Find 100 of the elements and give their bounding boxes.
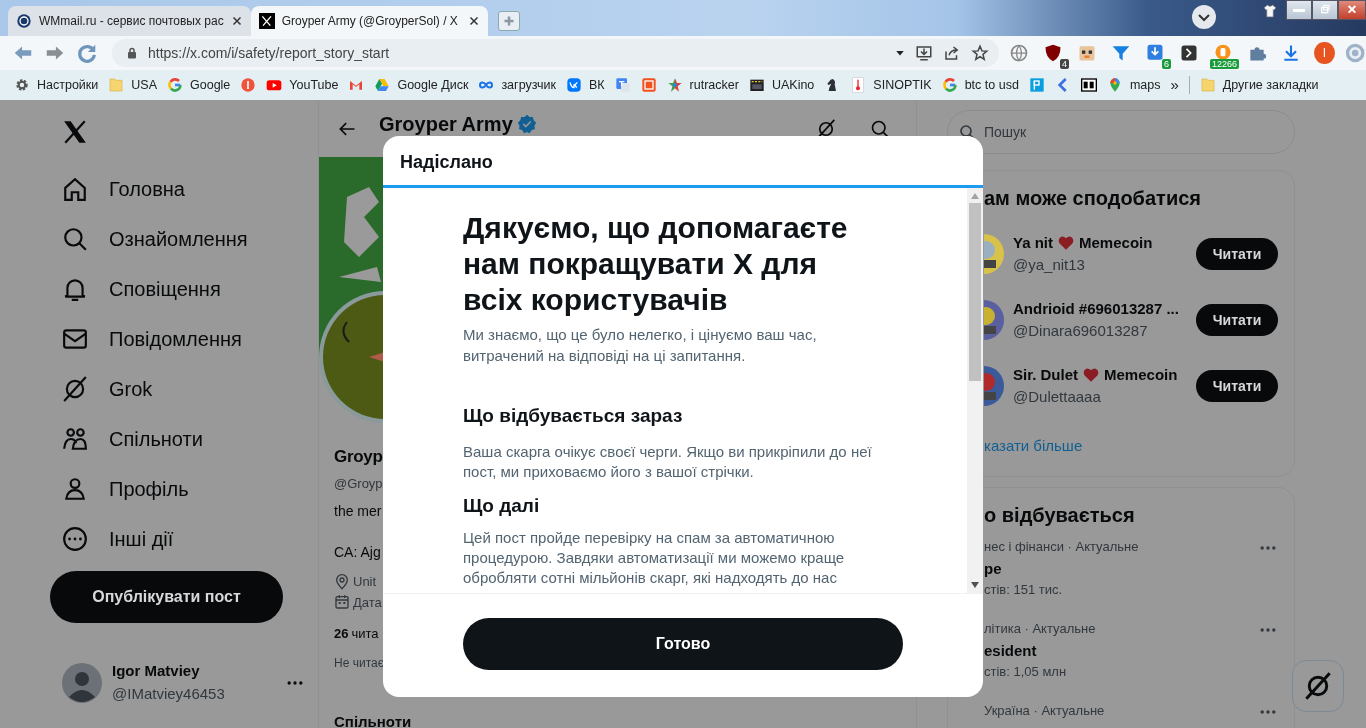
clapper-icon <box>748 77 765 93</box>
card-title: о відбувається <box>984 502 1136 528</box>
section-heading: Що відбувається зараз <box>463 404 684 428</box>
home-icon <box>62 176 88 202</box>
download-icon[interactable] <box>1145 43 1166 63</box>
profile-joined: Дата <box>353 593 382 612</box>
scrollbar[interactable] <box>967 188 983 593</box>
vk-icon <box>566 77 582 93</box>
nav-item[interactable]: Профіль <box>50 464 318 514</box>
nav-item[interactable]: Ознайомлення <box>50 214 318 264</box>
circle-icon[interactable] <box>240 77 257 93</box>
bookmark-link[interactable]: btc to usd <box>941 75 1019 95</box>
shirt-icon[interactable] <box>1262 3 1278 19</box>
app-icon[interactable] <box>1028 77 1045 93</box>
search-icon[interactable] <box>870 118 890 139</box>
bookmark-link[interactable]: UAKino <box>748 75 815 95</box>
minimize-button[interactable] <box>1286 0 1312 20</box>
gear-icon <box>14 77 30 93</box>
crate-icon[interactable] <box>1077 43 1098 63</box>
grok-icon <box>62 376 88 402</box>
bookmark-link[interactable]: maps <box>1106 75 1161 95</box>
arrow-down-icon[interactable] <box>971 582 979 588</box>
maximize-button[interactable] <box>1312 0 1338 20</box>
install-icon[interactable] <box>915 44 934 62</box>
section-text: Цей пост пройде перевірку на спам за автоматичною процедурою. Завдяки автоматизації ми можемо краще обробляти сотні мільйонів скарг, які надходять до нас <box>463 528 846 588</box>
user-name: Memecoin <box>1079 232 1153 253</box>
dropdown-icon[interactable] <box>1192 5 1216 29</box>
more-bookmarks-button[interactable]: » <box>1170 73 1179 97</box>
nav-item[interactable]: Спільноти <box>50 414 318 464</box>
card-title: ам може сподобатися <box>984 186 1202 211</box>
globe-icon <box>16 13 32 29</box>
trend-count: стів: 1,05 млн <box>984 662 1068 681</box>
star-icon[interactable] <box>971 44 990 62</box>
nav-item[interactable]: Сповіщення <box>50 264 318 314</box>
nav-item[interactable]: Інші дії <box>50 514 318 564</box>
bookmark-link[interactable]: rutracker <box>666 75 739 95</box>
close-icon[interactable] <box>230 15 243 27</box>
badge-count: 6 <box>1162 59 1172 69</box>
dialog-title: Надіслано <box>383 136 983 188</box>
bookmark-link[interactable]: ВК <box>566 75 605 95</box>
user-handle: @Dinara696013287 <box>1013 321 1149 341</box>
reload-icon[interactable] <box>76 42 98 64</box>
box-icon[interactable] <box>1080 77 1097 93</box>
search-icon <box>62 226 88 252</box>
dropdown-icon[interactable] <box>895 48 906 58</box>
section-heading: Спільноти <box>334 711 412 728</box>
account-handle: @IMatviey46453 <box>112 683 225 704</box>
grok-button[interactable] <box>1292 660 1344 712</box>
close-icon[interactable] <box>467 15 480 27</box>
new-tab-button[interactable] <box>497 11 520 31</box>
done-button[interactable]: Готово <box>463 618 903 670</box>
nav-item[interactable]: Головна <box>50 164 318 214</box>
bell-icon <box>62 276 88 302</box>
badge-count: 12266 <box>1210 59 1240 69</box>
follow-button[interactable]: Читати <box>1196 370 1278 402</box>
profile-name: Groyp <box>334 446 383 468</box>
follow-button[interactable]: Читати <box>1196 304 1278 336</box>
avatar-icon <box>62 662 102 703</box>
bookmark-link[interactable]: Google Диск <box>374 75 469 95</box>
trend-category: літика · Актуальне <box>984 619 1096 638</box>
search-field[interactable]: Пошук <box>947 110 1295 154</box>
x-logo-icon[interactable] <box>62 119 88 145</box>
bookmark-link[interactable]: загрузчик <box>478 75 556 95</box>
minimize-icon <box>1293 8 1305 12</box>
bookmark-link[interactable]: USA <box>108 75 157 95</box>
terminal-icon[interactable] <box>1179 43 1200 63</box>
search-icon <box>959 124 975 140</box>
followers-note: Не читає <box>334 654 384 672</box>
bookmark-link[interactable]: Другие закладки <box>1199 75 1319 95</box>
nav-item[interactable]: Повідомлення <box>50 314 318 364</box>
folder-icon <box>108 77 125 93</box>
profile-button[interactable]: I <box>1314 42 1335 64</box>
grok-icon[interactable] <box>816 118 836 139</box>
bookmark-link[interactable]: Google <box>167 75 231 95</box>
browser-tab[interactable]: Groyper Army (@GroyperSol) / X <box>250 6 488 36</box>
profile-bio: the mer <box>334 502 382 521</box>
plus-icon <box>502 15 515 27</box>
people-icon <box>62 426 88 452</box>
trend-category: Україна · Актуальне <box>984 701 1105 720</box>
thermometer-icon <box>850 77 867 93</box>
browser-tab[interactable]: WMmail.ru - сервис почтовых рас <box>8 6 251 36</box>
x-logo-icon <box>258 13 275 29</box>
bookmark-link[interactable]: YouTube <box>266 75 339 95</box>
post-button[interactable]: Опублікувати пост <box>50 571 283 623</box>
translate-icon[interactable] <box>614 77 631 93</box>
close-button[interactable] <box>1338 0 1366 20</box>
section-text: Ваша скарга очікує своєї черги. Якщо ви прикріпили до неї пост, ми приховаємо його з вашої стрічки. <box>463 441 873 482</box>
funnel-icon[interactable] <box>1111 43 1132 63</box>
globe-icon[interactable] <box>1009 43 1030 63</box>
user-name: Ya nit <box>1013 232 1053 253</box>
bookmark-link[interactable]: Настройки <box>14 75 99 95</box>
follow-button[interactable]: Читати <box>1196 238 1278 270</box>
trend-category: нес і фінанси · Актуальне <box>984 537 1139 556</box>
profile-location: Unit <box>353 573 377 591</box>
app-icon[interactable] <box>640 77 657 93</box>
profile-bio: CA: Ajg <box>334 543 381 562</box>
location-icon <box>334 573 350 590</box>
nav-item[interactable]: Grok <box>50 364 318 414</box>
folder-icon <box>1199 77 1216 93</box>
bookmark-link[interactable]: SINOPTIK <box>850 75 932 95</box>
